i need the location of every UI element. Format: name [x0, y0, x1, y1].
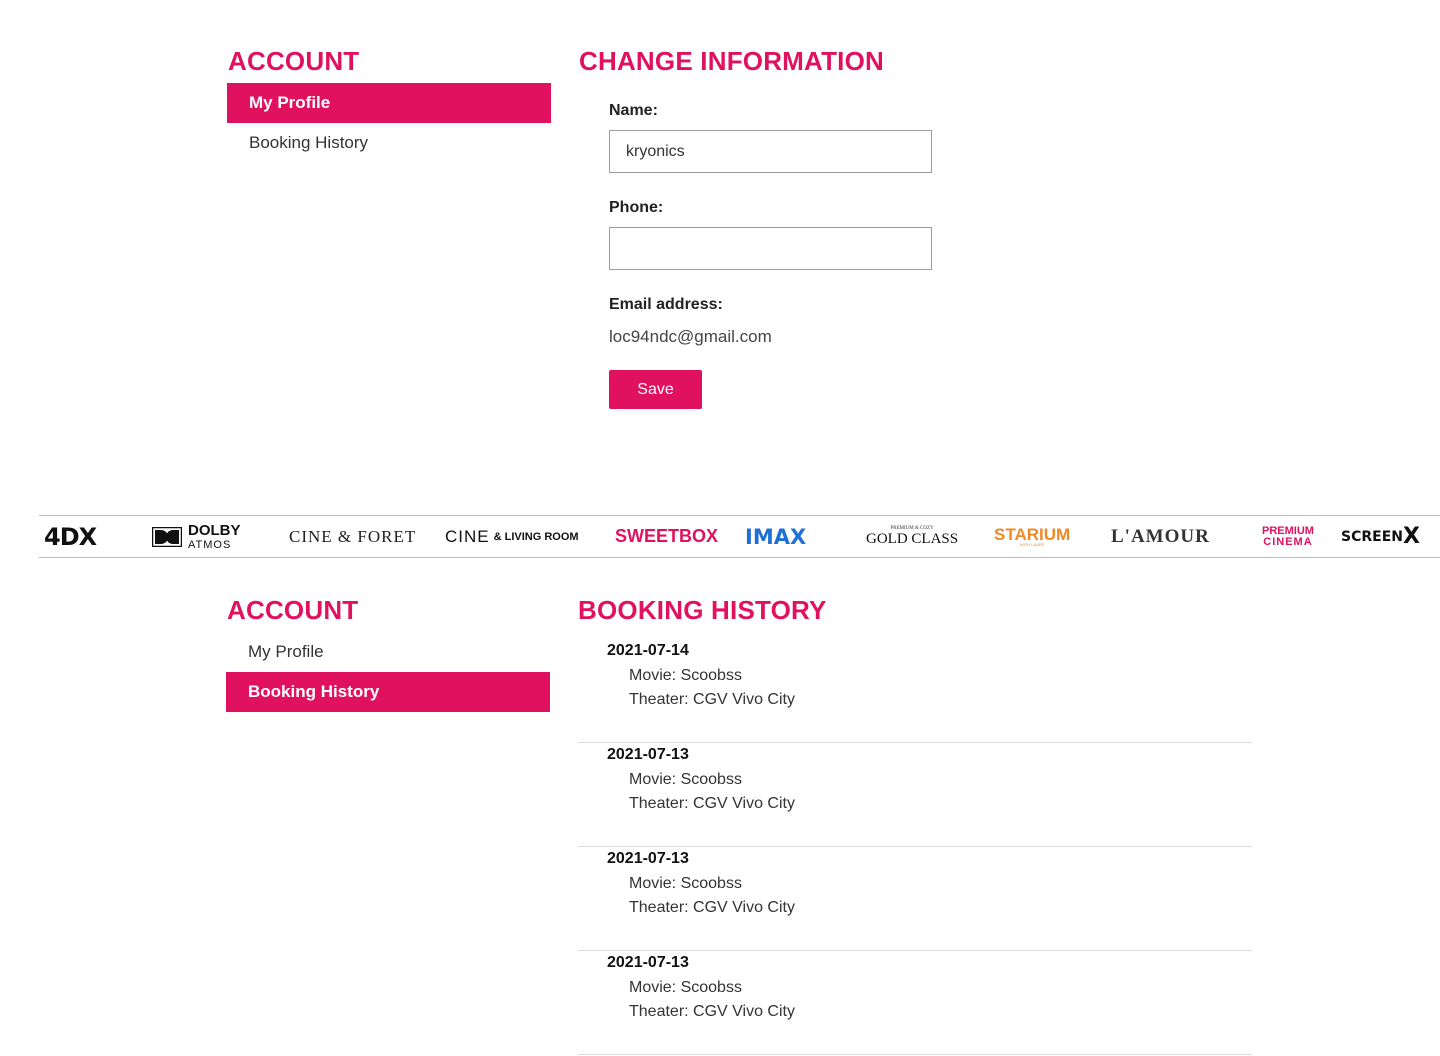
account-title-2: ACCOUNT: [227, 595, 359, 625]
name-label: Name:: [609, 102, 658, 119]
booking-history-title: BOOKING HISTORY: [578, 595, 827, 625]
cinema-format-strip: 4DX DOLBY ATMOS CINE & FORET CINE & LIVI…: [39, 515, 1440, 558]
email-value: loc94ndc@gmail.com: [609, 327, 772, 346]
imax-logo[interactable]: IMAX: [745, 516, 806, 557]
sidebar-item-my-profile-2[interactable]: My Profile: [226, 632, 550, 672]
screenx-logo[interactable]: SCREEN X: [1341, 516, 1420, 557]
starium-logo[interactable]: STARIUM WITH LASER: [994, 516, 1070, 557]
4dx-text: 4DX: [44, 522, 97, 551]
change-information-title: CHANGE INFORMATION: [579, 46, 884, 76]
living-room-text: & LIVING ROOM: [493, 530, 579, 543]
booking-movie: Movie: Scoobss: [629, 979, 742, 996]
booking-item: 2021-07-13 Movie: Scoobss Theater: CGV V…: [578, 952, 1252, 1055]
booking-item: 2021-07-13 Movie: Scoobss Theater: CGV V…: [578, 848, 1252, 951]
booking-movie: Movie: Scoobss: [629, 875, 742, 892]
cine-foret-logo[interactable]: CINE & FORET: [289, 516, 416, 557]
name-input[interactable]: [609, 130, 932, 173]
booking-date: 2021-07-13: [607, 954, 689, 971]
atmos-text: ATMOS: [188, 539, 232, 551]
4dx-logo[interactable]: 4DX: [44, 516, 97, 557]
booking-date: 2021-07-14: [607, 642, 689, 659]
booking-theater: Theater: CGV Vivo City: [629, 899, 795, 916]
sweetbox-logo[interactable]: SWEETBOX: [615, 516, 718, 557]
dolby-text: DOLBY: [188, 522, 241, 539]
screenx-x-text: X: [1402, 524, 1420, 549]
imax-text: IMAX: [745, 524, 807, 549]
booking-item: 2021-07-13 Movie: Scoobss Theater: CGV V…: [578, 744, 1252, 847]
screen-text: SCREEN: [1341, 528, 1403, 545]
sidebar-item-my-profile[interactable]: My Profile: [227, 83, 551, 123]
starium-text: STARIUM: [994, 525, 1071, 544]
dolby-atmos-logo[interactable]: DOLBY ATMOS: [151, 516, 241, 557]
cinema-text: CINEMA: [1263, 535, 1313, 548]
lamour-text: L'AMOUR: [1111, 525, 1210, 547]
dolby-icon: [151, 526, 183, 547]
premium-text: PREMIUM: [1262, 524, 1314, 537]
premium-cinema-logo[interactable]: PREMIUM CINEMA: [1262, 516, 1314, 557]
booking-movie: Movie: Scoobss: [629, 667, 742, 684]
booking-theater: Theater: CGV Vivo City: [629, 1003, 795, 1020]
sweetbox-text: SWEETBOX: [615, 526, 719, 546]
phone-label: Phone:: [609, 199, 664, 216]
cine-living-text: CINE: [445, 526, 490, 546]
sidebar-item-booking-history-2[interactable]: Booking History: [226, 672, 550, 712]
cine-living-room-logo[interactable]: CINE & LIVING ROOM: [445, 516, 579, 557]
gold-class-text: GOLD CLASS: [866, 530, 959, 547]
booking-date: 2021-07-13: [607, 746, 689, 763]
booking-date: 2021-07-13: [607, 850, 689, 867]
email-label: Email address:: [609, 296, 723, 313]
lamour-logo[interactable]: L'AMOUR: [1111, 516, 1210, 557]
cine-foret-text: CINE & FORET: [289, 526, 417, 546]
booking-history-list: 2021-07-14 Movie: Scoobss Theater: CGV V…: [578, 640, 1252, 1056]
save-button[interactable]: Save: [609, 370, 702, 409]
booking-theater: Theater: CGV Vivo City: [629, 691, 795, 708]
booking-movie: Movie: Scoobss: [629, 771, 742, 788]
booking-theater: Theater: CGV Vivo City: [629, 795, 795, 812]
with-laser-text: WITH LASER: [1019, 542, 1045, 547]
sidebar-item-booking-history[interactable]: Booking History: [227, 123, 551, 163]
phone-input[interactable]: [609, 227, 932, 270]
gold-class-logo[interactable]: PREMIUM & COZY GOLD CLASS: [866, 516, 958, 557]
booking-item: 2021-07-14 Movie: Scoobss Theater: CGV V…: [578, 640, 1252, 743]
account-title: ACCOUNT: [228, 46, 360, 76]
